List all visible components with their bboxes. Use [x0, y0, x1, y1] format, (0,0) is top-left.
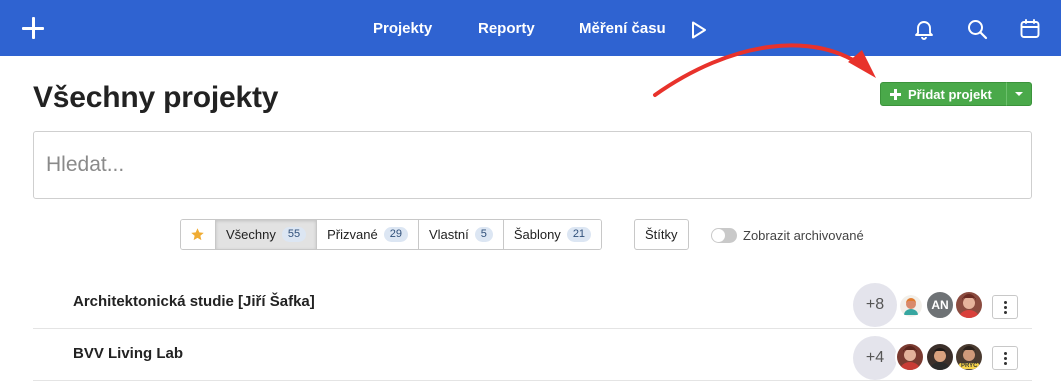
- avatar[interactable]: PRYČ: [954, 342, 984, 372]
- annotation-arrow: [653, 43, 876, 97]
- nav-reporty[interactable]: Reporty: [478, 20, 535, 37]
- tags-button[interactable]: Štítky: [634, 219, 689, 250]
- filter-count-badge: 29: [383, 227, 408, 242]
- project-row[interactable]: Architektonická studie [Jiří Šafka] +8 A…: [33, 277, 1032, 329]
- filter-vlastni[interactable]: Vlastní 5: [418, 220, 504, 249]
- filter-count-badge: 21: [566, 227, 592, 242]
- top-navbar: Projekty Reporty Měření času: [0, 0, 1061, 56]
- filter-label: Vlastní: [428, 227, 469, 242]
- search-icon[interactable]: [966, 18, 988, 40]
- avatar[interactable]: [895, 342, 925, 372]
- avatar-initials: AN: [931, 298, 949, 312]
- project-filter-group: Všechny 55 Přizvané 29 Vlastní 5 Šablony…: [180, 219, 603, 250]
- search-input[interactable]: [33, 131, 1032, 199]
- filter-count-badge: 5: [474, 227, 493, 242]
- nav-projekty[interactable]: Projekty: [373, 20, 432, 37]
- extra-members-count[interactable]: +8: [853, 283, 897, 327]
- filter-label: Přizvané: [327, 227, 378, 242]
- bell-icon[interactable]: [913, 18, 935, 40]
- star-icon: [191, 228, 204, 241]
- filter-sablony[interactable]: Šablony 21: [503, 220, 602, 249]
- page-title: Všechny projekty: [33, 81, 279, 114]
- filter-label: Šablony: [513, 227, 561, 242]
- more-options-button[interactable]: [992, 346, 1018, 370]
- filter-prizvane[interactable]: Přizvané 29: [317, 220, 419, 249]
- add-project-button[interactable]: Přidat projekt: [880, 82, 1007, 106]
- project-name[interactable]: Architektonická studie [Jiří Šafka]: [73, 293, 315, 310]
- plus-icon[interactable]: [22, 17, 44, 39]
- project-row[interactable]: BVV Living Lab +4 PRYČ: [33, 329, 1032, 381]
- avatar[interactable]: AN: [925, 290, 955, 320]
- filter-count-badge: 55: [281, 227, 307, 242]
- avatar[interactable]: [954, 290, 984, 320]
- archive-toggle[interactable]: [711, 228, 737, 243]
- project-name[interactable]: BVV Living Lab: [73, 345, 183, 362]
- more-options-button[interactable]: [992, 295, 1018, 319]
- favorites-filter[interactable]: [181, 220, 216, 249]
- archive-toggle-label: Zobrazit archivované: [743, 228, 864, 243]
- add-project-label: Přidat projekt: [908, 86, 992, 102]
- filter-vsechny[interactable]: Všechny 55: [216, 220, 318, 249]
- avatar[interactable]: [925, 342, 955, 372]
- add-project-dropdown-toggle[interactable]: [1006, 82, 1032, 106]
- filter-label: Všechny: [226, 227, 276, 242]
- away-badge: PRYČ: [959, 363, 980, 369]
- plus-icon: [890, 88, 901, 100]
- avatar[interactable]: [900, 295, 922, 317]
- extra-members-count[interactable]: +4: [853, 336, 897, 380]
- calendar-icon[interactable]: [1019, 18, 1041, 40]
